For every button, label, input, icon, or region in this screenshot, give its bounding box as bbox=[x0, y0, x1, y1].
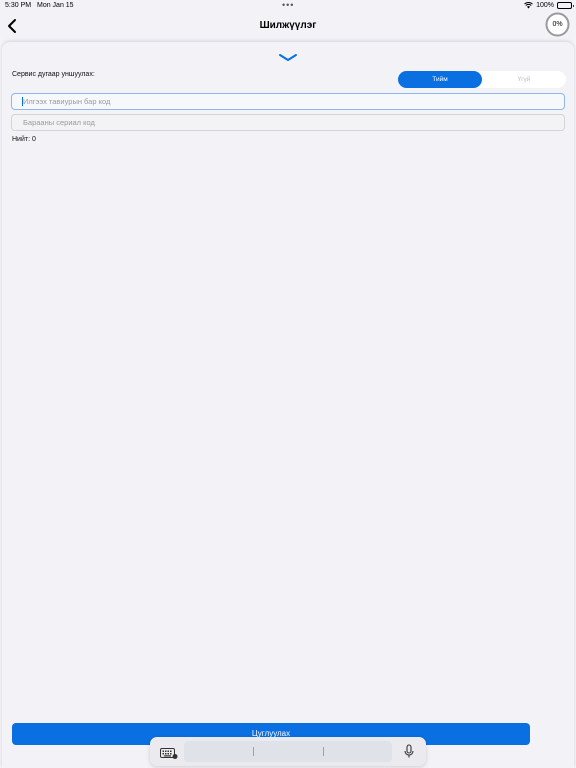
status-date: Mon Jan 15 bbox=[37, 2, 74, 9]
toggle-no[interactable]: Үгүй bbox=[482, 71, 566, 88]
service-number-label: Сервис дугаар уншуулах: bbox=[12, 71, 95, 78]
page-title: Шилжүүлэг bbox=[259, 20, 317, 31]
suggestion-slot[interactable] bbox=[184, 741, 253, 762]
suggestion-slot[interactable] bbox=[323, 741, 392, 762]
battery-percent: 100% bbox=[536, 2, 554, 9]
toggle-yes[interactable]: Тийм bbox=[398, 71, 482, 88]
navigation-bar: Шилжүүлэг 0% bbox=[0, 12, 576, 42]
app-screen: 5:30 PM Mon Jan 15 ••• 100% Шилжүүлэг 0%… bbox=[0, 0, 576, 768]
microphone-icon[interactable] bbox=[404, 744, 414, 759]
keyboard-suggestions bbox=[184, 741, 392, 762]
keyboard-icon[interactable] bbox=[160, 746, 178, 759]
status-indicators: 100% bbox=[524, 2, 574, 9]
text-caret bbox=[22, 97, 23, 106]
service-scan-toggle: Тийм Үгүй bbox=[398, 71, 566, 88]
progress-label: 0% bbox=[552, 21, 563, 28]
chevron-down-icon bbox=[279, 54, 297, 61]
battery-icon bbox=[557, 2, 574, 9]
status-bar: 5:30 PM Mon Jan 15 ••• 100% bbox=[0, 0, 576, 12]
suggestion-slot[interactable] bbox=[253, 741, 322, 762]
sheet-handle[interactable] bbox=[278, 50, 298, 61]
shelf-barcode-input[interactable] bbox=[11, 93, 565, 110]
transfer-sheet: Сервис дугаар уншуулах: Тийм Үгүй Нийт: … bbox=[2, 42, 574, 768]
keyboard-accessory-bar bbox=[150, 737, 426, 766]
product-serial-input[interactable] bbox=[11, 114, 565, 131]
wifi-icon bbox=[524, 2, 533, 9]
multitasking-dots[interactable]: ••• bbox=[282, 0, 294, 10]
status-time: 5:30 PM bbox=[5, 2, 32, 9]
total-count: Нийт: 0 bbox=[12, 136, 36, 143]
progress-indicator: 0% bbox=[545, 12, 570, 37]
